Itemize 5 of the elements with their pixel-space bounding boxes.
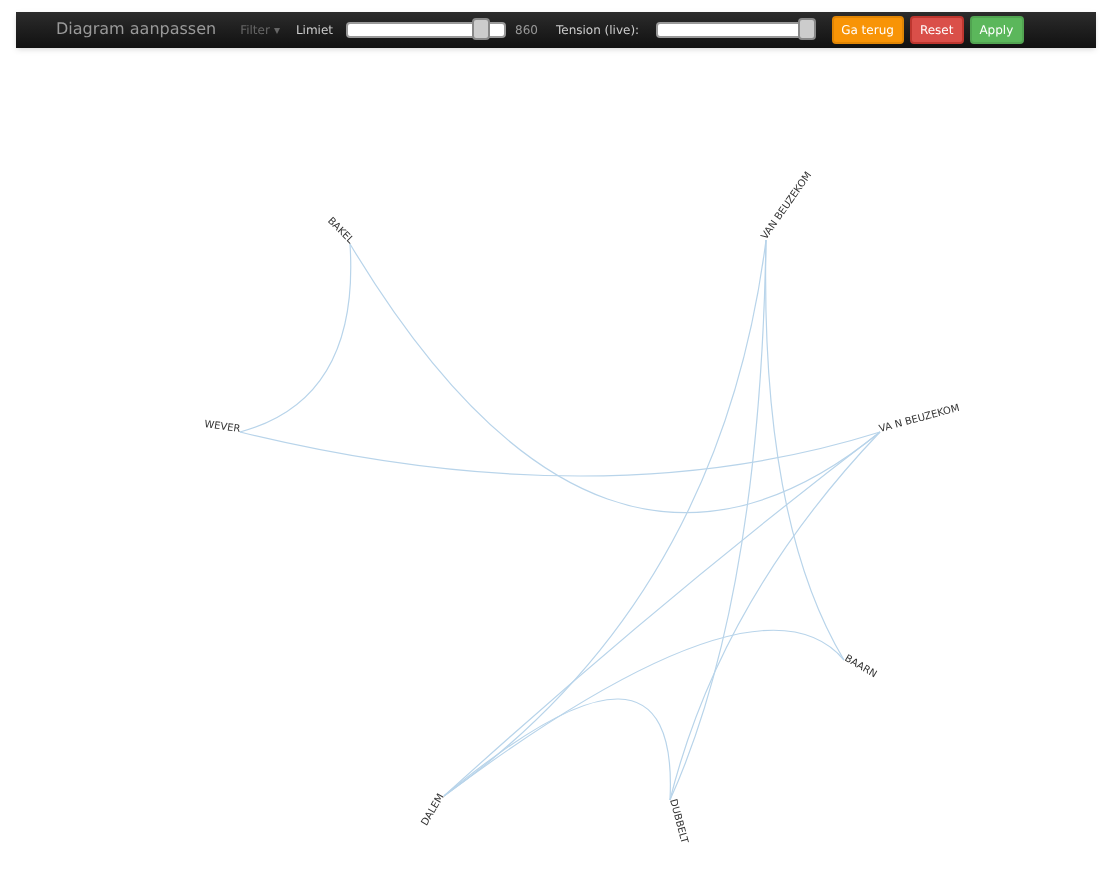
slider-thumb[interactable] bbox=[798, 18, 817, 40]
slider[interactable] bbox=[655, 22, 816, 38]
toolbar-title: Diagram aanpassen bbox=[56, 18, 217, 42]
slider-thumb[interactable] bbox=[471, 18, 490, 40]
slider[interactable] bbox=[345, 22, 506, 38]
